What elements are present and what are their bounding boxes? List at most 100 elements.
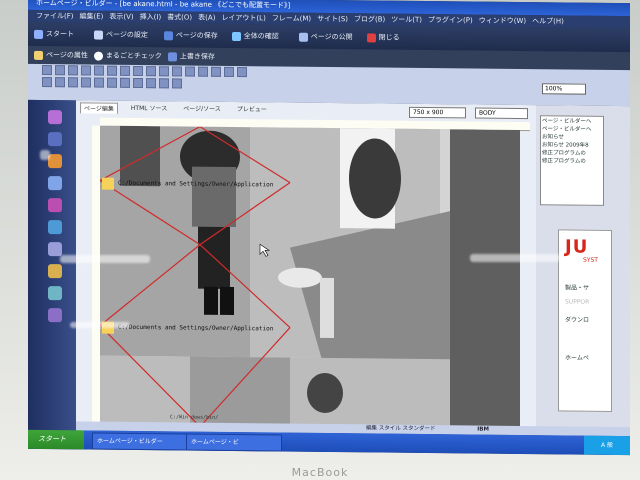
page-settings-button[interactable]: ページの設定 <box>94 30 148 41</box>
person-boot-right <box>220 286 234 316</box>
layer-icon[interactable] <box>198 66 208 77</box>
preview-item-download[interactable]: ダウンロ <box>565 314 589 323</box>
check-all-button[interactable]: 全体の確認 <box>231 31 279 41</box>
news-list: ページ・ビルダーへ ページ・ビルダーへ お知らせ お知らせ 2009年8 修正プ… <box>540 115 604 206</box>
save-page-button[interactable]: ページの保存 <box>163 30 218 41</box>
redo-icon[interactable] <box>146 66 156 77</box>
bottom-path-label: C:/Win dows/bin/ <box>170 414 219 421</box>
left-sidebar <box>28 99 76 431</box>
tab-page-edit[interactable]: ページ編集 <box>80 102 118 114</box>
disk-icon <box>167 51 177 61</box>
menu-site[interactable]: サイト(S) <box>317 13 348 25</box>
menu-view[interactable]: 表示(V) <box>109 11 133 23</box>
undo-icon[interactable] <box>133 65 143 77</box>
menu-help[interactable]: ヘルプ(H) <box>532 15 564 27</box>
sidebar-style-icon[interactable] <box>48 198 62 213</box>
taskbar-item-2[interactable]: ホームページ・ビ <box>186 433 282 452</box>
menu-tools[interactable]: ツール(T) <box>391 14 422 26</box>
sidebar-folder-icon[interactable] <box>48 132 62 147</box>
publish-button[interactable]: ページの公開 <box>298 32 353 43</box>
underline-icon[interactable] <box>68 77 78 88</box>
status-brand: IBM <box>477 426 489 433</box>
color-icon[interactable] <box>146 78 156 89</box>
laptop-screen: ホームページ・ビルダー - [be akane.html - be akane … <box>28 0 630 456</box>
menu-table[interactable]: 表(A) <box>198 12 215 24</box>
table-icon[interactable] <box>185 66 195 77</box>
preview-item-products[interactable]: 製品・サ <box>565 282 589 291</box>
tab-html-source[interactable]: HTML ソース <box>128 103 170 114</box>
status-mode: 編集 スタイル スタンダード <box>366 425 436 433</box>
close-button[interactable]: 閉じる <box>366 32 400 42</box>
brand-logo-sub: SYST <box>583 256 598 264</box>
print-icon[interactable] <box>81 65 91 76</box>
preview-item-support[interactable]: SUPPOR <box>565 298 589 305</box>
sidebar-effect-icon[interactable] <box>48 308 62 323</box>
check-all-round-button[interactable]: まるごとチェック <box>93 51 162 62</box>
overwrite-save-button[interactable]: 上書き保存 <box>167 51 215 61</box>
align-right-icon[interactable] <box>107 77 117 88</box>
sidebar-image-icon[interactable] <box>48 176 62 191</box>
preview-item-homepage[interactable]: ホームペ <box>565 352 589 361</box>
start-button[interactable]: スタート <box>34 29 74 39</box>
menu-edit[interactable]: 編集(E) <box>80 10 104 22</box>
plant-bottom <box>307 372 343 413</box>
menu-window[interactable]: ウィンドウ(W) <box>479 15 526 27</box>
tab-preview[interactable]: プレビュー <box>234 104 270 115</box>
sidebar-parts-icon[interactable] <box>48 154 62 169</box>
right-panel: ページ・ビルダーへ ページ・ビルダーへ お知らせ お知らせ 2009年8 修正プ… <box>536 105 630 437</box>
person-jacket <box>192 166 236 228</box>
grid-icon[interactable] <box>172 78 182 89</box>
copy-icon[interactable] <box>107 65 117 76</box>
sidebar-link-icon[interactable] <box>48 220 62 235</box>
save-icon[interactable] <box>68 65 78 76</box>
menu-plugin[interactable]: プラグイン(P) <box>428 14 473 26</box>
news-item[interactable]: 修正プログラムの <box>542 157 602 166</box>
new-icon[interactable] <box>42 64 52 76</box>
open-icon[interactable] <box>55 65 65 76</box>
zoom-select[interactable]: 100% <box>542 83 586 95</box>
site-preview: JU SYST 製品・サ SUPPOR ダウンロ ホームペ <box>558 229 612 412</box>
tag-select[interactable]: BODY <box>475 107 528 120</box>
align-center-icon[interactable] <box>94 77 104 88</box>
link-icon[interactable] <box>159 66 169 77</box>
bold-icon[interactable] <box>42 76 52 88</box>
save-icon <box>163 30 173 40</box>
close-icon <box>366 32 376 42</box>
zoom-in-icon[interactable] <box>224 66 234 78</box>
align-left-icon[interactable] <box>81 77 91 88</box>
indent-icon[interactable] <box>133 77 143 89</box>
doorway <box>120 125 160 187</box>
stool-stem <box>320 277 334 339</box>
page-properties-button[interactable]: ページの属性 <box>34 50 88 61</box>
menu-insert[interactable]: 挿入(I) <box>140 11 162 23</box>
editor-tabs: ページ編集 HTML ソース ページ/ソース プレビュー <box>80 102 270 115</box>
sidebar-letter-icon[interactable] <box>48 110 62 125</box>
sidebar-table-icon[interactable] <box>48 242 62 257</box>
screen-glare <box>60 255 150 263</box>
check-round-icon <box>93 51 103 61</box>
menu-format[interactable]: 書式(O) <box>167 11 192 23</box>
font-size-icon[interactable] <box>159 78 169 89</box>
menu-frame[interactable]: フレーム(M) <box>272 12 311 24</box>
menu-layout[interactable]: レイアウト(L) <box>221 12 265 24</box>
menu-file[interactable]: ファイル(F) <box>36 10 74 22</box>
screen-glare <box>70 322 130 328</box>
paste-icon[interactable] <box>120 65 130 76</box>
start-icon <box>34 29 43 39</box>
tab-page-source[interactable]: ページ/ソース <box>180 103 224 114</box>
cut-icon[interactable] <box>94 65 104 76</box>
properties-icon <box>34 50 43 60</box>
page-canvas[interactable]: C:/Documents and Settings/Owner/Applicat… <box>100 125 520 431</box>
zoom-out-icon[interactable] <box>237 67 247 78</box>
sidebar-movie-icon[interactable] <box>48 264 62 279</box>
italic-icon[interactable] <box>55 77 65 88</box>
start-menu-button[interactable]: スタート <box>28 429 84 450</box>
menu-blog[interactable]: ブログ(B) <box>354 13 385 25</box>
image-icon[interactable] <box>172 66 182 77</box>
taskbar-item-1[interactable]: ホームページ・ビルダー <box>92 432 188 451</box>
page-size-select[interactable]: 750 x 900 <box>409 106 466 119</box>
broken-image-icon-1 <box>102 177 114 190</box>
sidebar-sound-icon[interactable] <box>48 286 62 301</box>
list-icon[interactable] <box>120 77 130 88</box>
form-icon[interactable] <box>211 66 221 77</box>
